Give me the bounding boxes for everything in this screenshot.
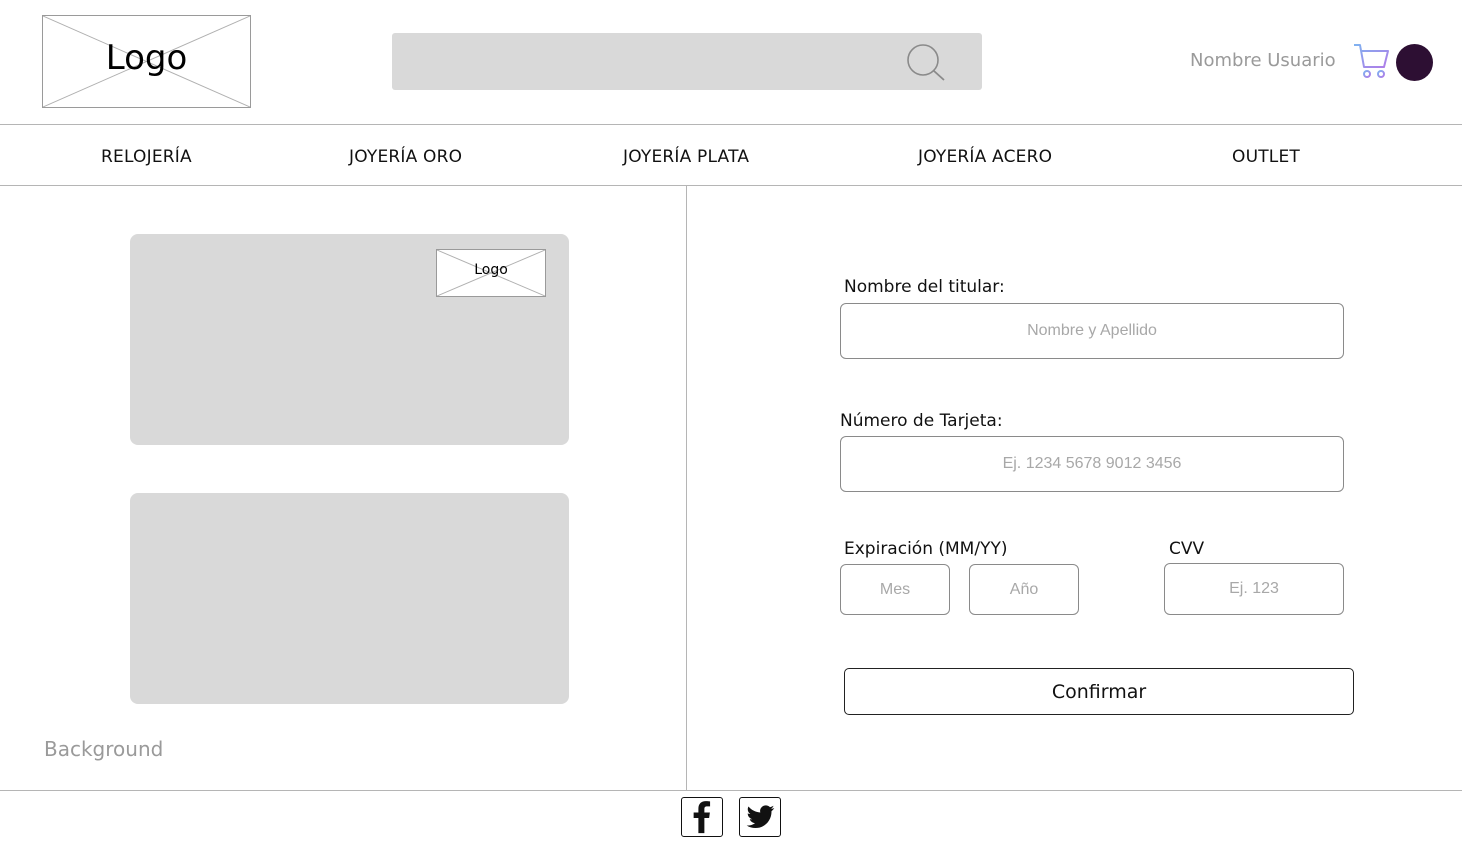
panel-divider [686,186,687,790]
holder-name-field[interactable] [840,303,1344,359]
search-bar[interactable] [392,33,982,90]
logo-text: Logo [105,38,188,78]
card-logo-text: Logo [474,262,508,278]
nav-item-joyeria-acero[interactable]: JOYERÍA ACERO [918,147,1052,167]
expiry-label: Expiración (MM/YY) [844,539,1008,559]
cvv-field[interactable] [1164,563,1344,615]
card-number-field[interactable] [840,436,1344,492]
avatar[interactable] [1396,44,1433,81]
background-label: Background [44,737,164,761]
twitter-icon [746,805,775,829]
header-divider [0,124,1462,125]
card-back-preview[interactable] [130,493,569,704]
card-number-label: Número de Tarjeta: [840,411,1003,431]
cart-add-icon[interactable] [1353,42,1391,80]
nav-divider [0,185,1462,186]
user-name-link[interactable]: Nombre Usuario [1190,50,1336,71]
card-front-preview[interactable]: Logo [130,234,569,445]
cvv-label: CVV [1169,539,1205,559]
nav-item-relojeria[interactable]: RELOJERÍA [101,147,192,167]
card-logo: Logo [436,249,546,297]
footer-divider [0,790,1462,791]
expiry-month-field[interactable] [840,564,950,615]
facebook-link[interactable] [681,797,723,837]
confirm-button[interactable]: Confirmar [844,668,1354,715]
nav-item-joyeria-oro[interactable]: JOYERÍA ORO [349,147,462,167]
facebook-icon [693,801,711,834]
search-icon[interactable] [906,43,946,83]
expiry-year-field[interactable] [969,564,1079,615]
site-logo[interactable]: Logo [42,15,251,108]
twitter-link[interactable] [739,797,781,837]
search-input[interactable] [404,41,894,81]
nav-item-outlet[interactable]: OUTLET [1232,147,1300,167]
nav-item-joyeria-plata[interactable]: JOYERÍA PLATA [623,147,749,167]
holder-name-label: Nombre del titular: [844,277,1005,297]
